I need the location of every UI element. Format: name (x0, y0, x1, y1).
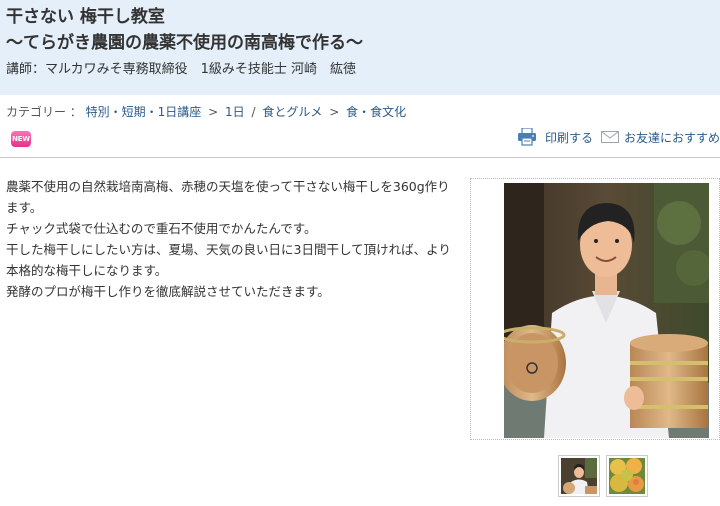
recommend-friend-link[interactable]: お友達におすすめ (624, 129, 720, 146)
instructor-info: 講師：マルカワみそ専務取締役 1級みそ技能士 河崎 紘徳 (6, 62, 357, 77)
breadcrumb-item-special[interactable]: 特別・短期・1日講座 (86, 105, 202, 119)
thumbnail-ume[interactable] (606, 455, 648, 497)
photo-thumbnails (558, 455, 648, 497)
printer-icon[interactable] (517, 127, 537, 146)
breadcrumb-label: カテゴリー ： (6, 105, 82, 119)
course-description: 農薬不使用の自然栽培南高梅、赤穂の天塩を使って干さない梅干しを360g作ります。… (6, 176, 456, 302)
mail-icon[interactable] (600, 131, 619, 143)
breadcrumb-item-food-gourmet[interactable]: 食とグルメ (262, 105, 322, 119)
thumbnail-instructor[interactable] (558, 455, 600, 497)
print-link[interactable]: 印刷する (545, 129, 593, 146)
breadcrumb-separator: > (329, 105, 340, 119)
instructor-photo[interactable] (504, 183, 709, 438)
section-divider (0, 157, 720, 158)
page-tools: 印刷する お友達におすすめ (517, 127, 720, 146)
course-subtitle: ～てらがき農園の農薬不使用の南高梅で作る～ (6, 33, 363, 53)
description-line: チャック式袋で仕込むので重石不使用でかんたんです。 (6, 221, 317, 236)
new-badge: NEW (11, 131, 31, 147)
course-title: 干さない 梅干し教室 (6, 7, 165, 27)
description-line: 農薬不使用の自然栽培南高梅、赤穂の天塩を使って干さない梅干しを360g作ります。 (6, 179, 450, 215)
description-line: 発酵のプロが梅干し作りを徹底解説させていただきます。 (6, 284, 330, 299)
breadcrumb-item-oneday[interactable]: 1日 (225, 105, 245, 119)
breadcrumb-separator: > (208, 105, 219, 119)
course-header: 干さない 梅干し教室 ～てらがき農園の農薬不使用の南高梅で作る～ 講師：マルカワ… (0, 0, 720, 95)
breadcrumb-item-food-culture[interactable]: 食・食文化 (346, 105, 406, 119)
breadcrumb-separator: / (251, 105, 256, 119)
main-photo-frame (470, 178, 720, 440)
description-line: 干した梅干しにしたい方は、夏場、天気の良い日に3日間干して頂ければ、より本格的な… (6, 242, 451, 278)
breadcrumb: カテゴリー ： 特別・短期・1日講座 > 1日 / 食とグルメ > 食・食文化 (6, 103, 406, 120)
